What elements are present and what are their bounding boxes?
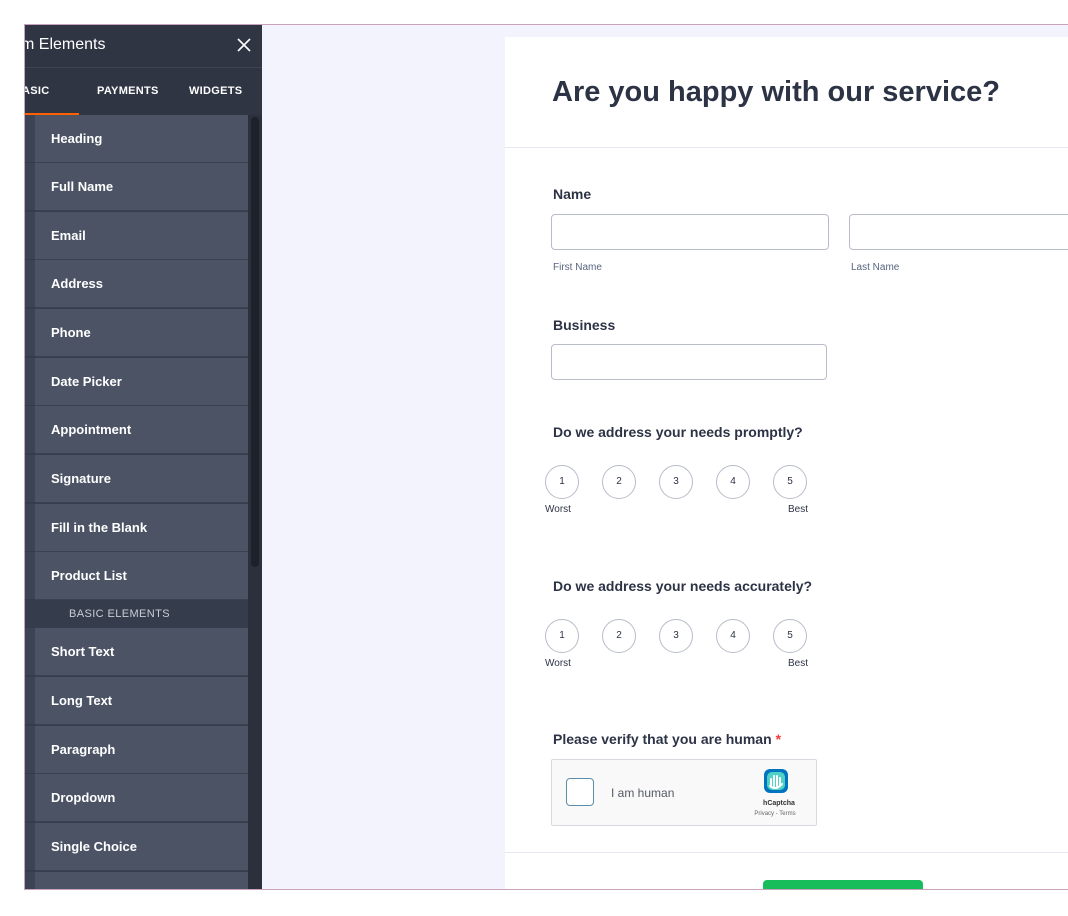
first-name-sublabel: First Name (553, 262, 602, 273)
scrollbar-thumb[interactable] (251, 117, 259, 567)
form-card: Are you happy with our service? Name Fir… (505, 37, 1068, 889)
business-label: Business (553, 317, 616, 333)
rating-option-1[interactable]: 1 (545, 619, 579, 653)
scale-worst-label: Worst (545, 658, 571, 669)
captcha-links[interactable]: Privacy - Terms (740, 811, 810, 817)
list-gutter (25, 872, 35, 889)
close-icon[interactable] (230, 31, 258, 59)
rating-option-3[interactable]: 3 (659, 465, 693, 499)
scale-best-label: Best (788, 504, 809, 515)
rating-option-5[interactable]: 5 (773, 465, 807, 499)
element-full-name[interactable]: Full Name (35, 163, 248, 211)
rating-option-1[interactable]: 1 (545, 465, 579, 499)
list-gutter (25, 628, 35, 676)
element-signature[interactable]: Signature (35, 455, 248, 503)
panel-tabs: ASIC PAYMENTS WIDGETS (25, 67, 262, 116)
list-gutter (25, 406, 35, 454)
required-asterisk: * (775, 731, 782, 747)
rating-scale-accurately: 1 2 3 4 5 Worst Best (545, 619, 815, 679)
last-name-sublabel: Last Name (851, 262, 900, 273)
captcha-checkbox[interactable] (566, 778, 594, 806)
element-product-list[interactable]: Product List (35, 552, 248, 600)
element-short-text[interactable]: Short Text (35, 628, 248, 676)
element-partially-hidden[interactable] (35, 872, 248, 889)
element-list: Heading Full Name Email Address Phone Da… (25, 115, 262, 889)
list-gutter (25, 309, 35, 357)
element-fill-in-the-blank[interactable]: Fill in the Blank (35, 504, 248, 552)
list-gutter (25, 726, 35, 774)
section-header-basic-elements: BASIC ELEMENTS (35, 601, 248, 628)
business-input[interactable] (551, 344, 827, 380)
list-gutter (25, 823, 35, 871)
list-gutter (25, 601, 35, 628)
verify-human-label: Please verify that you are human * (553, 731, 781, 747)
scale-worst-label: Worst (545, 504, 571, 515)
element-phone[interactable]: Phone (35, 309, 248, 357)
element-date-picker[interactable]: Date Picker (35, 358, 248, 406)
list-gutter (25, 504, 35, 552)
rating-option-4[interactable]: 4 (716, 619, 750, 653)
list-gutter (25, 163, 35, 211)
list-gutter (25, 358, 35, 406)
list-gutter (25, 115, 35, 163)
tab-basic[interactable]: ASIC (25, 68, 79, 116)
form-elements-panel: m Elements ASIC PAYMENTS WIDGETS Heading… (25, 25, 262, 889)
form-header: Are you happy with our service? (505, 37, 1068, 148)
element-single-choice[interactable]: Single Choice (35, 823, 248, 871)
rating-option-4[interactable]: 4 (716, 465, 750, 499)
rating-scale-promptly: 1 2 3 4 5 Worst Best (545, 465, 815, 525)
element-email[interactable]: Email (35, 212, 248, 260)
rating-option-5[interactable]: 5 (773, 619, 807, 653)
rating-option-2[interactable]: 2 (602, 619, 636, 653)
list-gutter (25, 774, 35, 822)
element-appointment[interactable]: Appointment (35, 406, 248, 454)
verify-human-text: Please verify that you are human (553, 731, 772, 747)
element-paragraph[interactable]: Paragraph (35, 726, 248, 774)
list-gutter (25, 677, 35, 725)
element-long-text[interactable]: Long Text (35, 677, 248, 725)
question-promptly-label: Do we address your needs promptly? (553, 424, 803, 440)
list-gutter (25, 212, 35, 260)
rating-option-3[interactable]: 3 (659, 619, 693, 653)
footer-divider (505, 852, 1068, 853)
list-gutter (25, 260, 35, 308)
list-gutter (25, 552, 35, 600)
app-frame: m Elements ASIC PAYMENTS WIDGETS Heading… (24, 24, 1068, 890)
name-label: Name (553, 186, 592, 202)
rating-option-2[interactable]: 2 (602, 465, 636, 499)
captcha-label: I am human (611, 786, 675, 800)
panel-header: m Elements (25, 25, 262, 67)
element-address[interactable]: Address (35, 260, 248, 308)
last-name-input[interactable] (849, 214, 1068, 250)
list-gutter (25, 455, 35, 503)
form-title[interactable]: Are you happy with our service? (552, 76, 1000, 109)
tab-payments[interactable]: PAYMENTS (97, 68, 159, 116)
submit-button[interactable] (763, 880, 923, 889)
tab-widgets[interactable]: WIDGETS (189, 68, 242, 116)
question-accurately-label: Do we address your needs accurately? (553, 578, 813, 594)
panel-title: m Elements (25, 36, 106, 53)
first-name-input[interactable] (551, 214, 829, 250)
hcaptcha-widget: I am human hCaptcha Privacy - Terms (551, 759, 817, 826)
scale-best-label: Best (788, 658, 809, 669)
hcaptcha-logo-icon (760, 765, 792, 797)
element-dropdown[interactable]: Dropdown (35, 774, 248, 822)
captcha-brand: hCaptcha (763, 800, 795, 807)
element-heading[interactable]: Heading (35, 115, 248, 163)
